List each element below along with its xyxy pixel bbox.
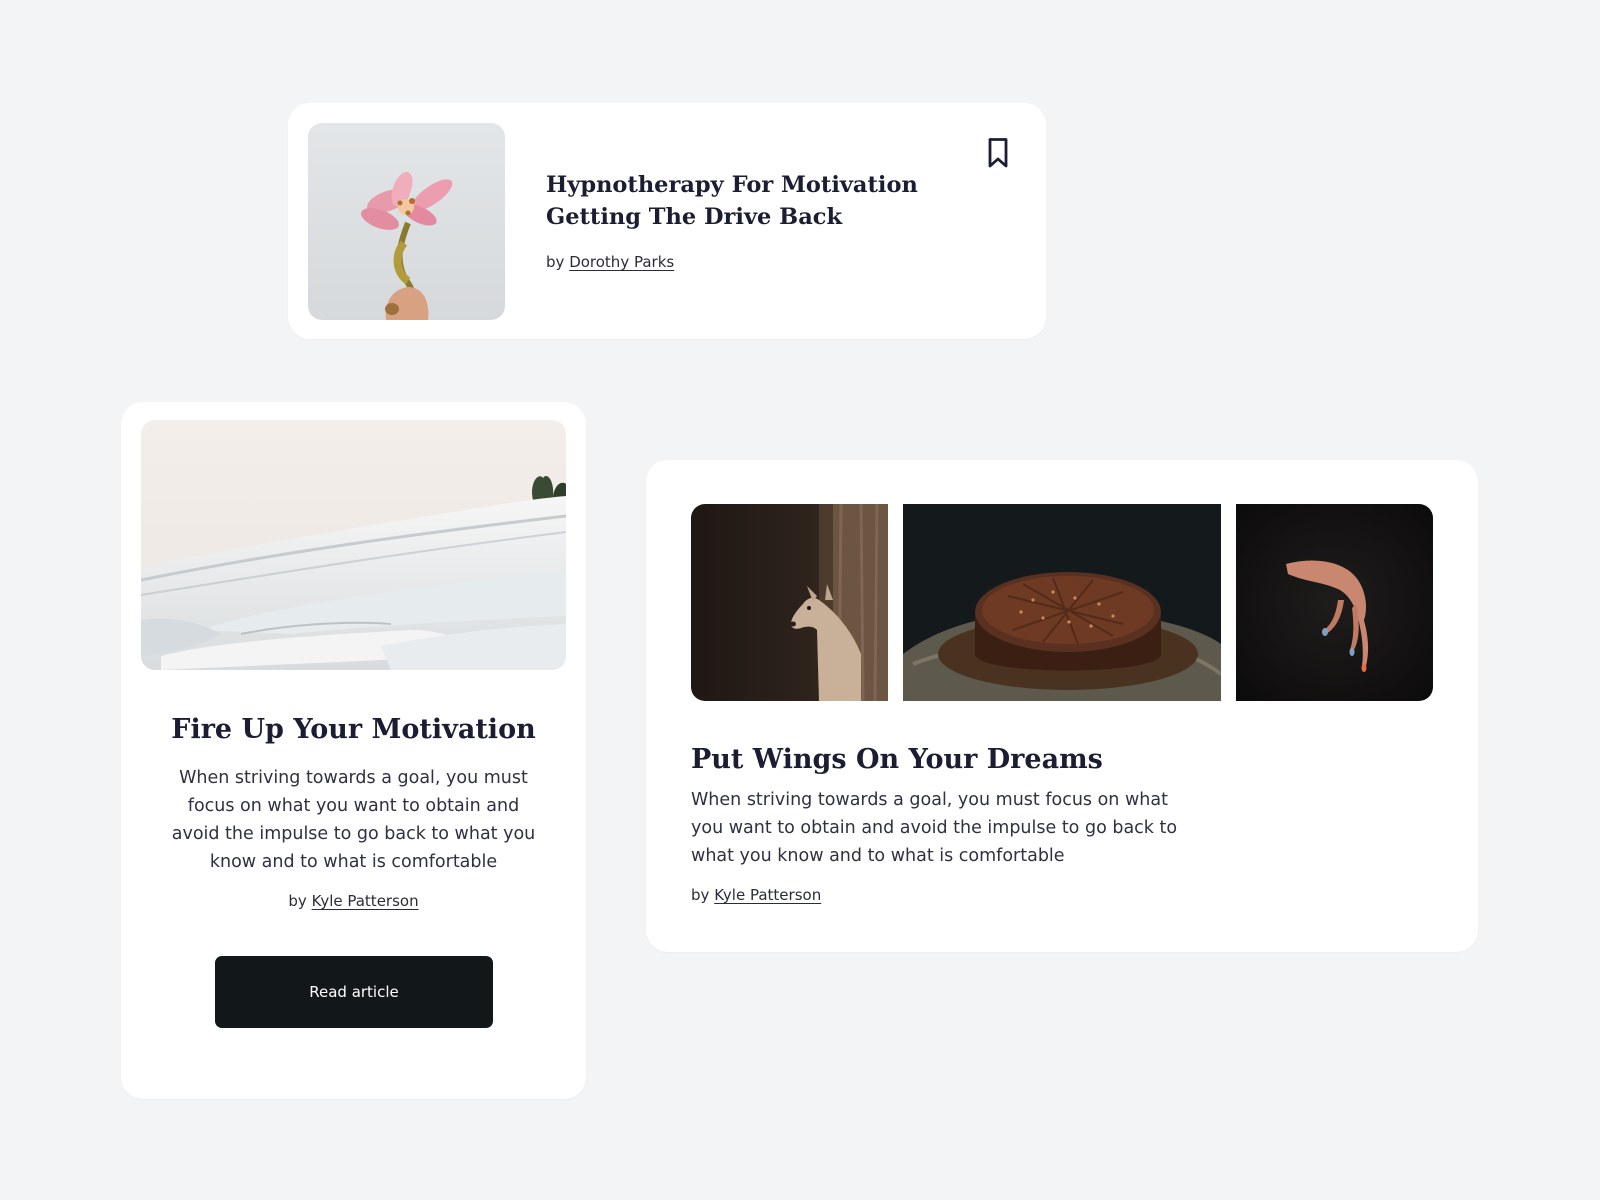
read-article-button[interactable]: Read article	[215, 956, 493, 1028]
byline: by Kyle Patterson	[691, 886, 821, 904]
author-link[interactable]: Kyle Patterson	[312, 892, 419, 910]
flower-image	[308, 123, 505, 320]
deer-image	[691, 504, 888, 701]
article-image-hand[interactable]	[1236, 504, 1433, 701]
byline-prefix: by	[288, 892, 307, 910]
byline: by Kyle Patterson	[121, 892, 586, 910]
snow-terraces-image	[141, 420, 566, 670]
bookmark-button[interactable]	[980, 133, 1016, 173]
hand-image	[1236, 504, 1433, 701]
article-title[interactable]: Put Wings On Your Dreams	[691, 742, 1103, 778]
bookmark-icon	[988, 138, 1008, 168]
article-title[interactable]: Fire Up Your Motivation	[121, 712, 586, 748]
article-image-cake[interactable]	[903, 504, 1221, 701]
article-title[interactable]: Hypnotherapy For Motivation Getting The …	[546, 169, 946, 233]
article-card-fire-up: Fire Up Your Motivation When striving to…	[121, 402, 586, 1099]
article-card-hypnotherapy: Hypnotherapy For Motivation Getting The …	[288, 103, 1046, 339]
article-card-wings: Put Wings On Your Dreams When striving t…	[646, 460, 1478, 952]
author-link[interactable]: Dorothy Parks	[569, 253, 674, 271]
byline-prefix: by	[546, 253, 565, 271]
byline-prefix: by	[691, 886, 710, 904]
article-description: When striving towards a goal, you must f…	[691, 790, 1178, 866]
article-description: When striving towards a goal, you must f…	[171, 768, 536, 872]
byline: by Dorothy Parks	[546, 253, 674, 271]
author-link[interactable]: Kyle Patterson	[714, 886, 821, 904]
article-image-snow-terraces[interactable]	[141, 420, 566, 670]
article-image-deer[interactable]	[691, 504, 888, 701]
cake-image	[903, 504, 1221, 701]
article-image-flower[interactable]	[308, 123, 505, 320]
